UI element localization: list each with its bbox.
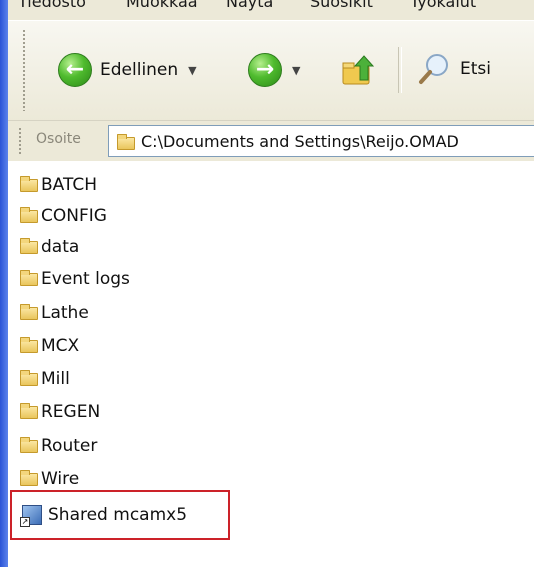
list-item[interactable]: CONFIG (20, 203, 107, 229)
shortcut-icon: ↗ (20, 505, 42, 527)
list-item[interactable]: data (20, 234, 79, 260)
folder-icon (20, 237, 38, 254)
toolbar-grip[interactable] (22, 29, 26, 111)
list-item[interactable]: Event logs (20, 266, 130, 292)
back-button-label: Edellinen (100, 60, 179, 80)
forward-button[interactable]: → ▼ (248, 53, 300, 87)
address-grip[interactable] (18, 127, 22, 155)
folder-icon (20, 436, 38, 453)
up-folder-button[interactable] (340, 52, 376, 88)
forward-dropdown-arrow-icon[interactable]: ▼ (292, 64, 300, 77)
folder-icon (117, 133, 135, 150)
search-button[interactable]: Etsi (416, 51, 491, 87)
folder-name: BATCH (41, 175, 98, 195)
folder-name: Lathe (41, 303, 89, 323)
menu-bar: Tiedosto Muokkaa Näytä Suosikit Työkalut (8, 0, 534, 20)
menu-item-edit[interactable]: Muokkaa (126, 0, 198, 11)
address-bar: Osoite C:\Documents and Settings\Reijo.O… (8, 120, 534, 161)
folder-icon (20, 206, 38, 223)
back-button[interactable]: ← Edellinen ▼ (58, 53, 197, 87)
back-dropdown-arrow-icon[interactable]: ▼ (188, 64, 196, 77)
folder-name: data (41, 237, 80, 257)
address-label: Osoite (36, 131, 81, 147)
folder-name: CONFIG (41, 206, 107, 226)
window-frame-left (0, 0, 8, 567)
up-folder-icon (342, 55, 375, 85)
folder-name: REGEN (41, 402, 101, 422)
folder-icon (20, 269, 38, 286)
menu-item-view[interactable]: Näytä (226, 0, 273, 11)
list-item[interactable]: Router (20, 433, 97, 459)
forward-arrow-icon: → (248, 53, 282, 87)
search-button-label: Etsi (460, 59, 491, 79)
shortcut-arrow-icon: ↗ (20, 517, 30, 527)
toolbar-separator (398, 47, 402, 93)
folder-icon (20, 336, 38, 353)
search-magnifier-icon (419, 54, 448, 84)
standard-toolbar: ← Edellinen ▼ → ▼ Etsi (8, 20, 534, 121)
folder-name: Mill (41, 369, 70, 389)
menu-item-favorites[interactable]: Suosikit (310, 0, 373, 11)
folder-name: Event logs (41, 269, 130, 289)
folder-name: MCX (41, 336, 80, 356)
address-input[interactable]: C:\Documents and Settings\Reijo.OMAD (108, 125, 534, 157)
list-item[interactable]: Mill (20, 366, 70, 392)
menu-item-tools[interactable]: Työkalut (410, 0, 476, 11)
shortcut-name: Shared mcamx5 (48, 505, 188, 525)
list-item[interactable]: BATCH (20, 172, 97, 198)
list-item[interactable]: Lathe (20, 300, 89, 326)
folder-icon (20, 175, 38, 192)
shortcut-item[interactable]: ↗ Shared mcamx5 (20, 502, 188, 528)
folder-icon (20, 469, 38, 486)
back-arrow-icon: ← (58, 53, 92, 87)
folder-icon (20, 303, 38, 320)
folder-icon (20, 402, 38, 419)
address-path: C:\Documents and Settings\Reijo.OMAD (141, 131, 459, 151)
menu-item-file[interactable]: Tiedosto (18, 0, 86, 11)
list-item[interactable]: Wire (20, 466, 79, 492)
folder-icon (20, 369, 38, 386)
list-item[interactable]: REGEN (20, 399, 100, 425)
list-item[interactable]: MCX (20, 333, 79, 359)
folder-name: Router (41, 436, 98, 456)
folder-name: Wire (41, 469, 80, 489)
